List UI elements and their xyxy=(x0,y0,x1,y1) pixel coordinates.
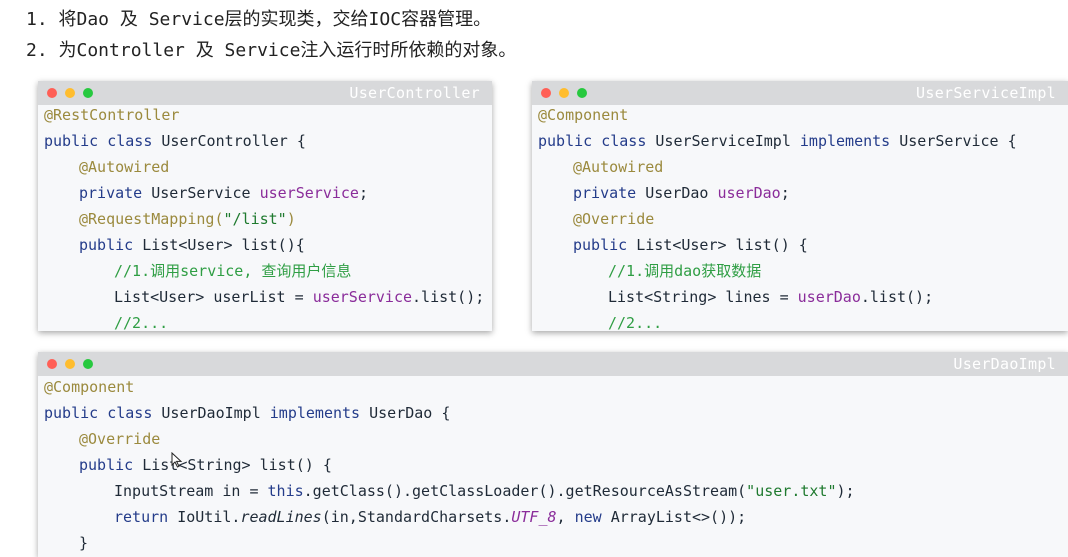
window-title: UserServiceImpl xyxy=(916,84,1056,102)
maximize-dot-icon xyxy=(83,88,93,98)
code-line: return IoUtil.readLines(in,StandardChars… xyxy=(114,508,747,526)
code-line: List<User> userList = userService.list()… xyxy=(114,288,485,306)
window-titlebar: UserServiceImpl xyxy=(532,81,1068,105)
minimize-dot-icon xyxy=(65,88,75,98)
code-comment: //1.调用dao获取数据 xyxy=(608,262,762,280)
window-controls xyxy=(47,359,93,369)
window-controls xyxy=(541,88,587,98)
code-line: public List<String> list() { xyxy=(79,456,332,474)
code-line: private UserService userService; xyxy=(79,184,368,202)
close-dot-icon xyxy=(47,88,57,98)
window-title: UserDaoImpl xyxy=(953,355,1056,373)
code-comment: //1.调用service, 查询用户信息 xyxy=(114,262,352,280)
code-line: @Override xyxy=(573,210,655,228)
code-line: public List<User> list(){ xyxy=(79,236,305,254)
code-line: public class UserController { xyxy=(44,132,306,150)
code-comment: //2... xyxy=(114,314,169,331)
mouse-pointer-icon xyxy=(171,452,183,468)
code-line: @Autowired xyxy=(573,158,664,176)
intro-line-1: 1. 将Dao 及 Service层的实现类，交给IOC容器管理。 xyxy=(26,9,492,30)
code-line: List<String> lines = userDao.list(); xyxy=(608,288,934,306)
dao-code-window: UserDaoImpl @Component public class User… xyxy=(38,352,1068,557)
code-line: public List<User> list() { xyxy=(573,236,808,254)
code-line: @Component xyxy=(538,106,629,124)
code-line: @Component xyxy=(44,378,135,396)
service-code-window: UserServiceImpl @Component public class … xyxy=(532,81,1068,331)
close-dot-icon xyxy=(541,88,551,98)
code-line: @RestController xyxy=(44,106,180,124)
code-line: private UserDao userDao; xyxy=(573,184,790,202)
code-line: @RequestMapping("/list") xyxy=(79,210,296,228)
code-line: } xyxy=(79,534,89,552)
intro-line-2: 2. 为Controller 及 Service注入运行时所依赖的对象。 xyxy=(26,40,517,61)
code-line: InputStream in = this.getClass().getClas… xyxy=(114,482,855,500)
window-controls xyxy=(47,88,93,98)
window-title: UserController xyxy=(349,84,480,102)
maximize-dot-icon xyxy=(577,88,587,98)
code-line: public class UserDaoImpl implements User… xyxy=(44,404,451,422)
close-dot-icon xyxy=(47,359,57,369)
code-line: public class UserServiceImpl implements … xyxy=(538,132,1017,150)
maximize-dot-icon xyxy=(83,359,93,369)
minimize-dot-icon xyxy=(559,88,569,98)
code-comment: //2... xyxy=(608,314,663,331)
window-titlebar: UserController xyxy=(38,81,492,105)
controller-code-window: UserController @RestController public cl… xyxy=(38,81,492,331)
window-titlebar: UserDaoImpl xyxy=(38,352,1068,376)
code-line: @Override xyxy=(79,430,161,448)
code-line: @Autowired xyxy=(79,158,170,176)
minimize-dot-icon xyxy=(65,359,75,369)
